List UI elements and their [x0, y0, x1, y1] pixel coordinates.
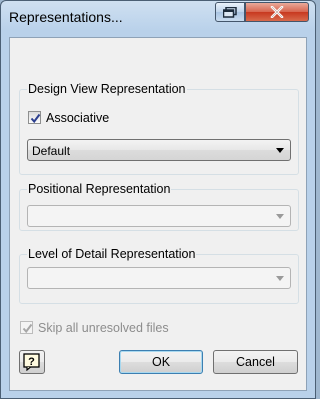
chevron-down-icon: [276, 148, 284, 153]
chevron-down-icon: [276, 276, 284, 281]
dialog-window: Representations... Design View Represent…: [0, 0, 316, 399]
checkmark-icon: [30, 113, 41, 124]
associative-checkbox[interactable]: [28, 111, 41, 124]
window-title: Representations...: [9, 9, 123, 25]
title-bar[interactable]: Representations...: [1, 1, 315, 35]
positional-dropdown[interactable]: [27, 205, 291, 227]
checkmark-icon: [22, 323, 33, 334]
design-view-dropdown[interactable]: Default: [27, 139, 291, 161]
chevron-down-icon: [276, 214, 284, 219]
skip-unresolved-label: Skip all unresolved files: [38, 321, 169, 335]
close-button[interactable]: [245, 2, 309, 22]
level-of-detail-label: Level of Detail Representation: [27, 247, 197, 261]
positional-label: Positional Representation: [27, 182, 172, 196]
close-icon: [270, 6, 284, 18]
help-question-icon: ?: [23, 353, 40, 371]
restore-icon: [223, 6, 237, 18]
restore-button[interactable]: [215, 2, 245, 22]
design-view-selected: Default: [32, 144, 71, 158]
cancel-button[interactable]: Cancel: [213, 350, 298, 374]
design-view-label: Design View Representation: [27, 82, 187, 96]
design-view-group: [19, 89, 299, 175]
skip-unresolved-checkbox[interactable]: [20, 321, 33, 334]
associative-label: Associative: [46, 111, 110, 125]
help-button[interactable]: ?: [19, 350, 45, 374]
ok-button[interactable]: OK: [119, 350, 203, 374]
svg-text:?: ?: [28, 356, 35, 368]
level-of-detail-dropdown[interactable]: [27, 267, 291, 289]
